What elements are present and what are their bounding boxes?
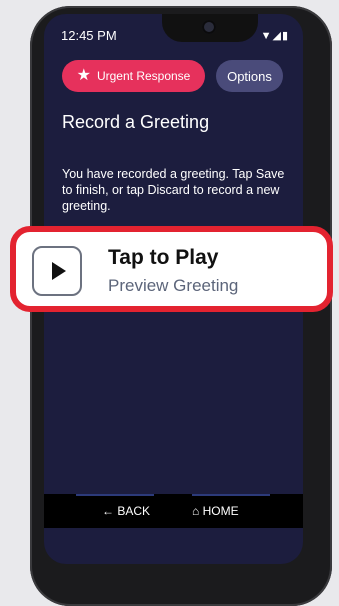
tap-to-play-callout[interactable]: Tap to Play Preview Greeting bbox=[10, 226, 333, 312]
urgent-response-label: Urgent Response bbox=[96, 69, 191, 83]
page-title: Record a Greeting bbox=[62, 112, 210, 132]
bottom-nav: ← BACK ⌂ HOME bbox=[44, 494, 303, 528]
home-button[interactable]: ⌂ HOME bbox=[192, 504, 239, 518]
urgent-response-button[interactable]: ★ Urgent Response bbox=[62, 60, 205, 92]
options-label: Options bbox=[227, 68, 272, 84]
callout-title: Tap to Play bbox=[108, 246, 219, 269]
page-description: You have recorded a greeting. Tap Save t… bbox=[62, 167, 285, 213]
callout-subtitle: Preview Greeting bbox=[108, 276, 239, 295]
back-button[interactable]: ← BACK bbox=[102, 504, 150, 518]
status-icons: ▼◢▮ bbox=[260, 30, 289, 42]
status-bar: 12:45 PM ▼◢▮ bbox=[59, 28, 289, 46]
home-label: HOME bbox=[202, 504, 239, 518]
home-icon: ⌂ bbox=[192, 504, 200, 518]
options-button[interactable]: Options bbox=[216, 60, 283, 92]
play-button[interactable] bbox=[32, 246, 82, 296]
nav-divider bbox=[76, 494, 154, 496]
star-icon: ★ bbox=[76, 67, 91, 84]
nav-divider bbox=[192, 494, 270, 496]
play-icon bbox=[52, 262, 66, 280]
status-time: 12:45 PM bbox=[61, 28, 117, 43]
